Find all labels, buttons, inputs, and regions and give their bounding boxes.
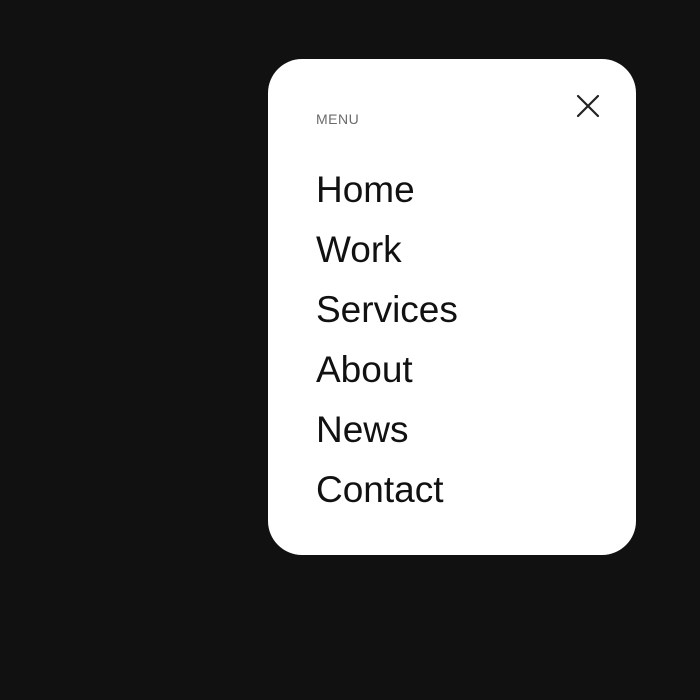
nav-item-news[interactable]: News: [316, 404, 458, 464]
close-button[interactable]: [568, 86, 608, 126]
menu-panel: MENU Home Work Services About News Conta…: [268, 59, 636, 555]
menu-label: MENU: [316, 111, 360, 127]
nav-item-work[interactable]: Work: [316, 224, 458, 284]
nav-list: Home Work Services About News Contact: [316, 164, 458, 524]
page-backdrop: MENU Home Work Services About News Conta…: [0, 0, 700, 700]
close-icon: [576, 94, 600, 118]
nav-item-home[interactable]: Home: [316, 164, 458, 224]
nav-item-services[interactable]: Services: [316, 284, 458, 344]
nav-item-about[interactable]: About: [316, 344, 458, 404]
nav-item-contact[interactable]: Contact: [316, 464, 458, 524]
